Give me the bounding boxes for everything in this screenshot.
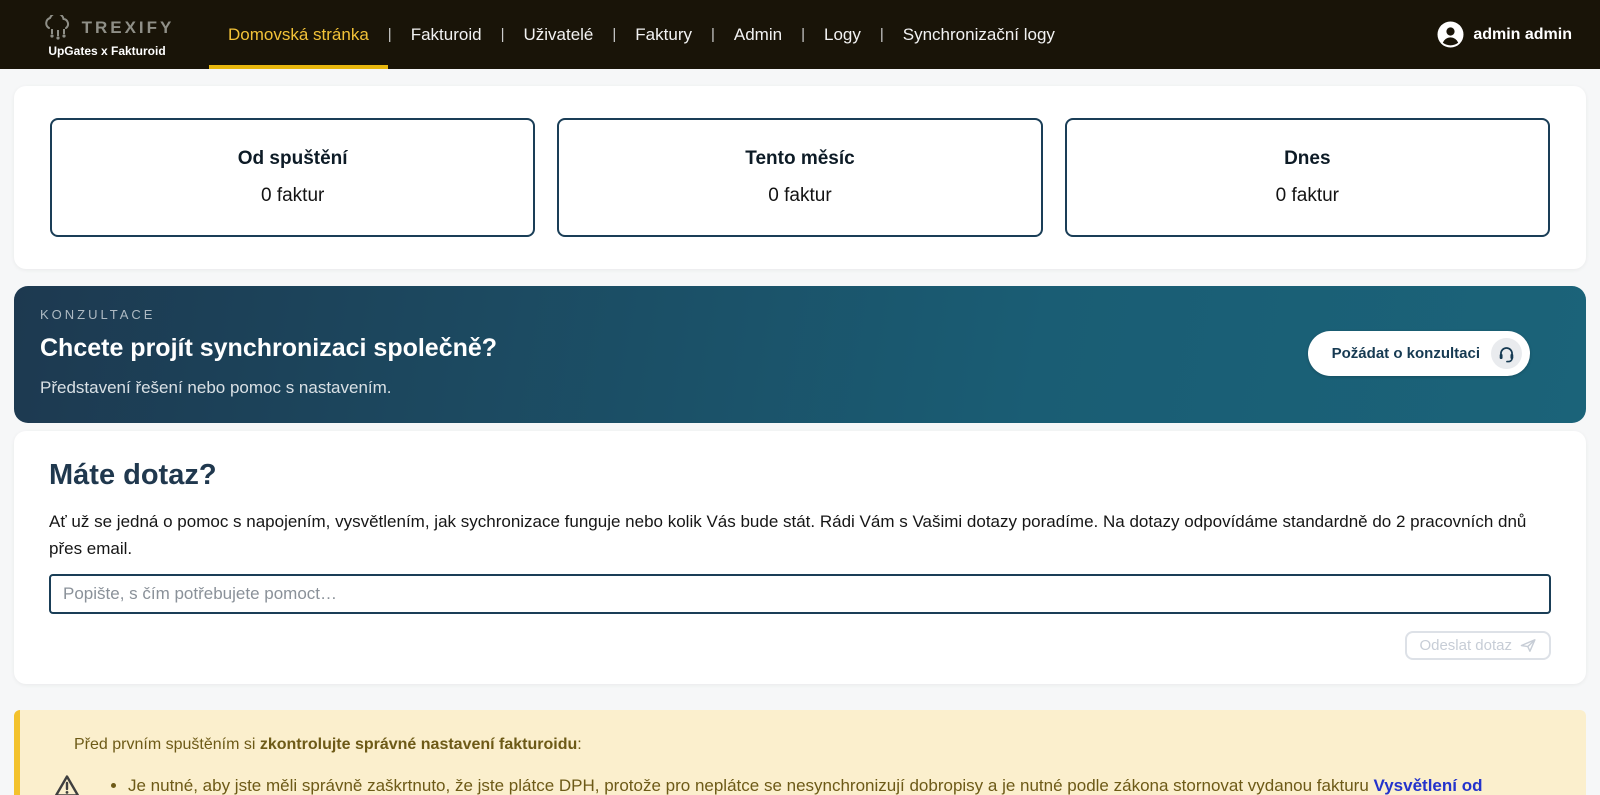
nav-item-logy[interactable]: Logy [820, 0, 865, 69]
warning-intro: Před prvním spuštěním si zkontrolujte sp… [74, 736, 1566, 754]
warning-list: Je nutné, aby jste měli správně zaškrtnu… [80, 774, 1566, 795]
consultation-title: Chcete projít synchronizaci společně? [40, 334, 498, 362]
app-logo[interactable]: TREXIFY UpGates x Fakturoid [0, 0, 214, 69]
nav-item-synchronizacni-logy[interactable]: Synchronizační logy [899, 0, 1059, 69]
user-name: admin admin [1473, 25, 1572, 43]
question-actions: Odeslat dotaz [49, 631, 1551, 660]
user-avatar-icon [1437, 21, 1464, 48]
nav-separator: | [879, 26, 884, 43]
warning-list-row: Je nutné, aby jste měli správně zaškrtnu… [54, 774, 1566, 795]
send-icon [1520, 638, 1537, 653]
stat-title: Od spuštění [237, 148, 348, 169]
request-consultation-label: Požádat o konzultaci [1331, 345, 1480, 362]
question-input[interactable] [49, 574, 1551, 614]
consultation-text: KONZULTACE Chcete projít synchronizaci s… [40, 307, 497, 398]
nav-separator: | [612, 26, 617, 43]
main-nav: Domovská stránka | Fakturoid | Uživatelé… [209, 0, 1059, 69]
stat-card-tento-mesic: Tento měsíc 0 faktur [557, 118, 1043, 237]
logo-title: TREXIFY [81, 18, 175, 37]
warning-triangle-icon [54, 774, 80, 795]
consultation-eyebrow: KONZULTACE [40, 307, 156, 322]
warning-intro-colon: : [577, 736, 582, 753]
headset-icon [1491, 338, 1522, 369]
stats-section: Od spuštění 0 faktur Tento měsíc 0 faktu… [14, 86, 1586, 269]
warning-list-item: Je nutné, aby jste měli správně zaškrtnu… [128, 774, 1566, 795]
consultation-banner: KONZULTACE Chcete projít synchronizaci s… [14, 286, 1586, 423]
nav-item-fakturoid[interactable]: Fakturoid [407, 0, 486, 69]
stat-card-od-spusteni: Od spuštění 0 faktur [50, 118, 536, 237]
send-question-button[interactable]: Odeslat dotaz [1405, 631, 1551, 660]
stat-title: Tento měsíc [745, 148, 855, 169]
question-section: Máte dotaz? Ať už se jedná o pomoc s nap… [14, 431, 1586, 684]
nav-separator: | [710, 26, 715, 43]
stat-title: Dnes [1284, 148, 1331, 169]
nav-separator: | [801, 26, 805, 43]
user-menu[interactable]: admin admin [1437, 0, 1572, 69]
stat-value: 0 faktur [768, 185, 832, 206]
nav-item-faktury[interactable]: Faktury [631, 0, 696, 69]
warning-intro-bold: zkontrolujte správné nastavení fakturoid… [259, 736, 578, 753]
question-title: Máte dotaz? [49, 459, 217, 491]
warning-bullet-text: Je nutné, aby jste měli správně zaškrtnu… [128, 776, 1374, 795]
send-question-label: Odeslat dotaz [1419, 637, 1512, 654]
nav-item-uzivatele[interactable]: Uživatelé [519, 0, 597, 69]
stat-value: 0 faktur [260, 185, 325, 206]
top-navbar: TREXIFY UpGates x Fakturoid Domovská str… [0, 0, 1600, 69]
question-body-text: Ať už se jedná o pomoc s napojením, vysv… [49, 512, 1527, 558]
request-consultation-button[interactable]: Požádat o konzultaci [1307, 331, 1530, 376]
stat-value: 0 faktur [1275, 185, 1339, 206]
nav-item-admin[interactable]: Admin [730, 0, 786, 69]
page-content: Od spuštění 0 faktur Tento měsíc 0 faktu… [0, 69, 1600, 795]
consultation-subtitle: Představení řešení nebo pomoc s nastaven… [40, 378, 392, 397]
cloud-logo-icon [40, 15, 76, 41]
warning-intro-normal: Před prvním spuštěním si [74, 736, 260, 753]
setup-warning-banner: Před prvním spuštěním si zkontrolujte sp… [14, 710, 1586, 795]
logo-subtitle: UpGates x Fakturoid [48, 44, 166, 58]
nav-separator: | [387, 26, 392, 43]
stat-card-dnes: Dnes 0 faktur [1064, 118, 1550, 237]
nav-item-domovska-stranka[interactable]: Domovská stránka [209, 0, 388, 69]
nav-separator: | [500, 26, 505, 43]
